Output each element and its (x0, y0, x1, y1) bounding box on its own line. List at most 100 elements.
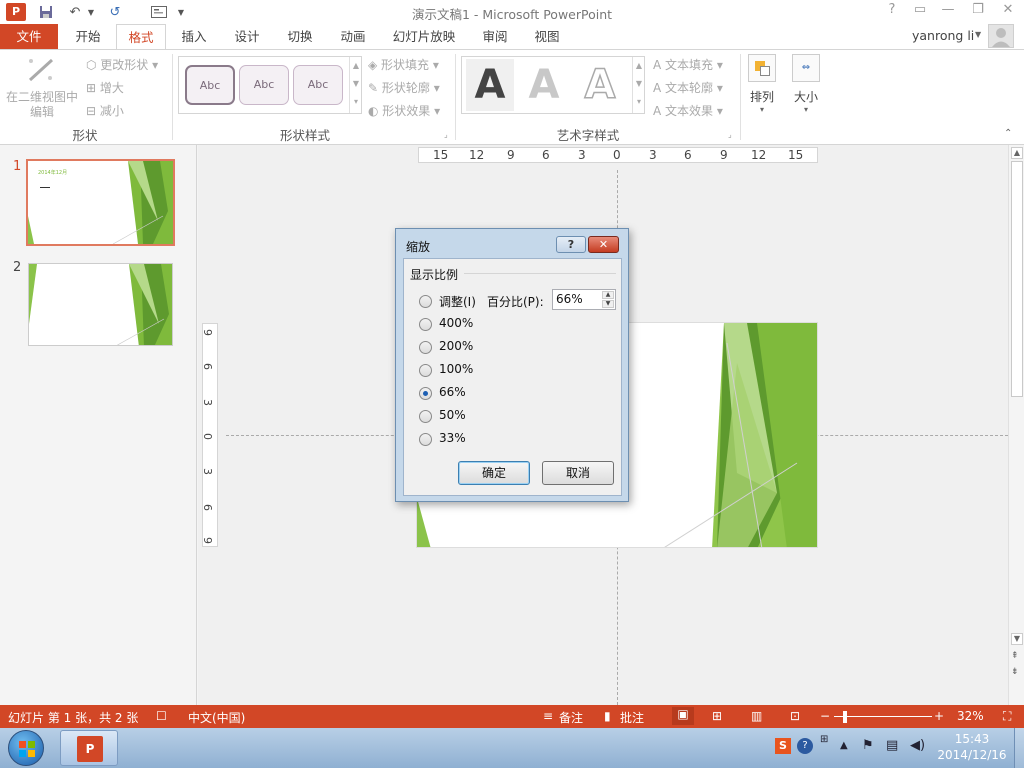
ime-sogou-icon[interactable]: S (775, 738, 791, 754)
spinner-up-icon[interactable]: ▲ (602, 291, 614, 299)
language-indicator[interactable]: 中文(中国) (188, 709, 245, 726)
radio-fit-label[interactable]: 调整(I) (439, 293, 476, 310)
radio-fit[interactable] (419, 295, 432, 308)
tab-review[interactable]: 审阅 (470, 24, 520, 49)
normal-view-icon[interactable]: ▣ (672, 707, 694, 725)
comments-icon[interactable]: ▮ (604, 709, 611, 723)
wordart-style-2[interactable]: A (520, 59, 568, 111)
gallery-scroll-icon[interactable]: ▲ ▼ ▾ (632, 57, 645, 113)
spinner-down-icon[interactable]: ▼ (602, 300, 614, 308)
spell-check-icon[interactable]: ☐ (156, 709, 167, 723)
tray-icon[interactable]: ⊞ (820, 734, 828, 745)
zoom-out-icon[interactable]: − (820, 709, 830, 723)
radio-100-label[interactable]: 100% (439, 362, 473, 376)
increase-button[interactable]: ⊞ 增大 (86, 79, 124, 96)
scroll-down-icon[interactable]: ▼ (1011, 633, 1023, 645)
slide-thumbnail-2[interactable] (28, 263, 173, 346)
size-button[interactable]: ⇔ 大小 ▾ (790, 54, 822, 114)
clock-time[interactable]: 15:43 (940, 732, 1004, 746)
shape-style-3[interactable]: Abc (293, 65, 343, 105)
slideshow-view-icon[interactable]: ⊡ (790, 709, 800, 723)
dialog-launcher-icon[interactable]: ⌟ (444, 130, 448, 139)
radio-400[interactable] (419, 318, 432, 331)
previous-slide-icon[interactable]: ⇞ (1011, 651, 1019, 661)
slide-sorter-icon[interactable]: ⊞ (712, 709, 722, 723)
radio-66[interactable] (419, 387, 432, 400)
dialog-help-button[interactable]: ? (556, 236, 586, 253)
clock-date[interactable]: 2014/12/16 (934, 748, 1010, 762)
tab-slideshow[interactable]: 幻灯片放映 (382, 24, 466, 49)
shape-styles-gallery[interactable]: Abc Abc Abc ▲ ▼ ▾ (178, 56, 362, 114)
avatar[interactable] (988, 24, 1014, 48)
decrease-button[interactable]: ⊟ 减小 (86, 102, 124, 119)
tab-design[interactable]: 设计 (222, 24, 272, 49)
shape-style-2[interactable]: Abc (239, 65, 289, 105)
reading-view-icon[interactable]: ▥ (751, 709, 762, 723)
text-fill-button[interactable]: A 文本填充 ▾ (653, 56, 723, 73)
collapse-ribbon-icon[interactable]: ⌃ (1004, 128, 1012, 139)
comments-button[interactable]: 批注 (620, 709, 644, 726)
radio-66-label[interactable]: 66% (439, 385, 466, 399)
restore-icon[interactable]: ❐ (964, 2, 992, 22)
zoom-slider-thumb[interactable] (843, 711, 847, 723)
percent-input[interactable]: 66% ▲ ▼ (552, 289, 616, 310)
next-slide-icon[interactable]: ⇟ (1011, 667, 1019, 677)
radio-33[interactable] (419, 433, 432, 446)
radio-200[interactable] (419, 341, 432, 354)
text-outline-button[interactable]: A 文本轮廓 ▾ (653, 79, 723, 96)
dialog-launcher-icon[interactable]: ⌟ (728, 130, 732, 139)
radio-50[interactable] (419, 410, 432, 423)
tab-transitions[interactable]: 切换 (274, 24, 326, 49)
user-name[interactable]: yanrong li (912, 28, 974, 43)
show-hidden-icons-icon[interactable]: ▲ (840, 740, 848, 751)
dialog-close-button[interactable]: ✕ (588, 236, 619, 253)
taskbar-powerpoint-button[interactable]: P (60, 730, 118, 766)
scroll-up-icon[interactable]: ▲ (1011, 147, 1023, 159)
tab-view[interactable]: 视图 (522, 24, 572, 49)
start-button[interactable] (8, 730, 44, 766)
radio-100[interactable] (419, 364, 432, 377)
tab-home[interactable]: 开始 (62, 24, 114, 49)
volume-icon[interactable]: ◀) (910, 738, 925, 753)
slide-thumbnail-1[interactable]: 2014年12月 (26, 159, 175, 246)
ribbon-display-icon[interactable]: ▭ (906, 2, 934, 22)
help-icon[interactable]: ? (878, 2, 906, 22)
action-center-icon[interactable]: ⚑ (862, 738, 874, 753)
zoom-slider[interactable] (834, 716, 932, 717)
zoom-level[interactable]: 32% (957, 709, 984, 723)
shape-effects-button[interactable]: ◐ 形状效果 ▾ (368, 102, 440, 119)
notes-icon[interactable]: ≡ (543, 709, 553, 723)
shape-outline-button[interactable]: ✎ 形状轮廓 ▾ (368, 79, 440, 96)
wordart-gallery[interactable]: A A A ▲ ▼ ▾ (461, 56, 645, 114)
arrange-button[interactable]: 排列 ▾ (746, 54, 778, 114)
shape-style-1[interactable]: Abc (185, 65, 235, 105)
edit-in-2d-button[interactable]: 在二维视图中编辑 (4, 90, 80, 120)
radio-200-label[interactable]: 200% (439, 339, 473, 353)
radio-50-label[interactable]: 50% (439, 408, 466, 422)
shape-fill-button[interactable]: ◈ 形状填充 ▾ (368, 56, 439, 73)
tab-format[interactable]: 格式 (116, 24, 166, 50)
wordart-style-1[interactable]: A (466, 59, 514, 111)
vertical-scrollbar[interactable]: ▲ ▼ ⇞ ⇟ (1008, 145, 1024, 705)
network-icon[interactable]: ▤ (886, 738, 898, 753)
cancel-button[interactable]: 取消 (542, 461, 614, 485)
text-effects-button[interactable]: A 文本效果 ▾ (653, 102, 723, 119)
radio-400-label[interactable]: 400% (439, 316, 473, 330)
edit-3d-icon[interactable] (26, 56, 56, 84)
tab-file[interactable]: 文件 (0, 24, 58, 49)
user-dropdown-icon[interactable]: ▼ (975, 30, 981, 39)
minimize-icon[interactable]: — (934, 2, 962, 22)
wordart-style-3[interactable]: A (576, 59, 624, 111)
zoom-in-icon[interactable]: + (934, 709, 944, 723)
show-desktop-button[interactable] (1014, 728, 1024, 768)
notes-button[interactable]: 备注 (559, 709, 583, 726)
radio-33-label[interactable]: 33% (439, 431, 466, 445)
tray-help-icon[interactable]: ? (797, 738, 813, 754)
tab-animations[interactable]: 动画 (328, 24, 378, 49)
tab-insert[interactable]: 插入 (168, 24, 220, 49)
change-shape-button[interactable]: ⬡ 更改形状 ▾ (86, 56, 158, 73)
ok-button[interactable]: 确定 (458, 461, 530, 485)
close-icon[interactable]: ✕ (994, 2, 1022, 22)
gallery-scroll-icon[interactable]: ▲ ▼ ▾ (349, 57, 362, 113)
fit-slide-icon[interactable]: ⛶ (1003, 709, 1011, 724)
